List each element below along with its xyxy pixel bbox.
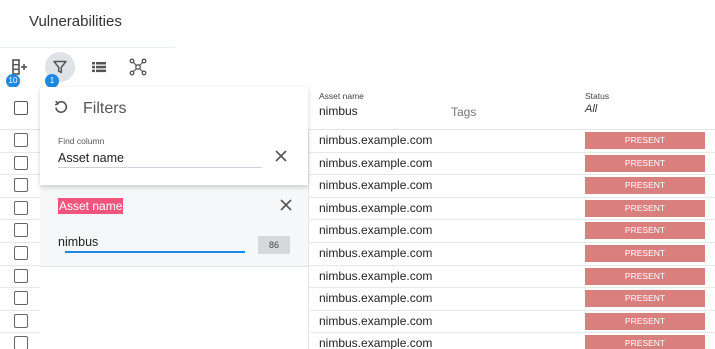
filter-input-underline (65, 251, 245, 253)
find-column-label: Find column (58, 136, 105, 146)
toolbar: 10 1 (0, 47, 175, 88)
asset-name-column-filter[interactable]: nimbus (319, 104, 358, 118)
close-icon[interactable] (274, 149, 288, 163)
status-badge: PRESENT (585, 267, 705, 285)
status-badge: PRESENT (585, 154, 705, 172)
asset-name-cell[interactable]: nimbus.example.com (319, 314, 432, 328)
tags-column-header[interactable]: Tags (451, 105, 476, 119)
asset-name-cell[interactable]: nimbus.example.com (319, 133, 432, 147)
asset-name-cell[interactable]: nimbus.example.com (319, 201, 432, 215)
status-badge: PRESENT (585, 245, 705, 262)
asset-name-cell[interactable]: nimbus.example.com (319, 246, 432, 260)
row-checkbox[interactable] (14, 178, 28, 193)
active-filter-card: Asset name 86 (40, 185, 308, 267)
row-checkbox[interactable] (14, 246, 28, 260)
asset-name-cell[interactable]: nimbus.example.com (319, 269, 432, 283)
asset-name-cell[interactable]: nimbus.example.com (319, 291, 432, 305)
list-view-button[interactable] (84, 52, 114, 82)
status-badge: PRESENT (585, 199, 705, 217)
filters-panel-header: Filters Find column (40, 87, 308, 185)
status-column-header[interactable]: Status (585, 91, 609, 101)
filter-icon (53, 60, 67, 74)
status-badge: PRESENT (585, 312, 705, 330)
status-column-filter[interactable]: All (585, 103, 597, 115)
view-list-icon (92, 62, 106, 73)
asset-name-cell[interactable]: nimbus.example.com (319, 178, 432, 192)
page-title: Vulnerabilities (29, 13, 122, 30)
status-badge: PRESENT (585, 335, 705, 349)
find-column-input[interactable] (58, 148, 262, 168)
row-checkbox[interactable] (14, 313, 28, 328)
match-count-badge: 86 (258, 236, 290, 254)
asset-name-cell[interactable]: nimbus.example.com (319, 336, 432, 349)
reset-icon[interactable] (53, 99, 69, 115)
asset-name-cell[interactable]: nimbus.example.com (319, 156, 432, 170)
filter-value-input[interactable] (58, 232, 244, 252)
row-checkbox[interactable] (14, 336, 28, 349)
row-checkbox[interactable] (14, 133, 28, 147)
row-checkbox[interactable] (14, 268, 28, 283)
status-badge: PRESENT (585, 290, 705, 308)
filters-panel: Filters Find column Asset name 86 (40, 87, 308, 349)
graph-view-button[interactable] (123, 52, 153, 82)
columns-button[interactable]: 10 (5, 52, 35, 88)
filter-button[interactable]: 1 (45, 52, 75, 88)
row-checkbox[interactable] (14, 223, 28, 238)
close-icon[interactable] (279, 198, 293, 212)
active-filter-column: Asset name (58, 198, 124, 214)
row-checkbox[interactable] (14, 200, 28, 215)
status-badge: PRESENT (585, 222, 705, 240)
status-badge: PRESENT (585, 132, 705, 149)
filter-count-badge: 1 (45, 74, 59, 88)
columns-count-badge: 10 (6, 74, 20, 88)
row-checkbox[interactable] (14, 155, 28, 170)
graph-network-icon (129, 58, 147, 76)
asset-name-cell[interactable]: nimbus.example.com (319, 223, 432, 237)
select-all-checkbox[interactable] (14, 101, 28, 115)
status-badge: PRESENT (585, 177, 705, 195)
filters-title: Filters (83, 100, 127, 117)
asset-name-column-header[interactable]: Asset name (319, 91, 364, 101)
row-checkbox[interactable] (14, 291, 28, 306)
